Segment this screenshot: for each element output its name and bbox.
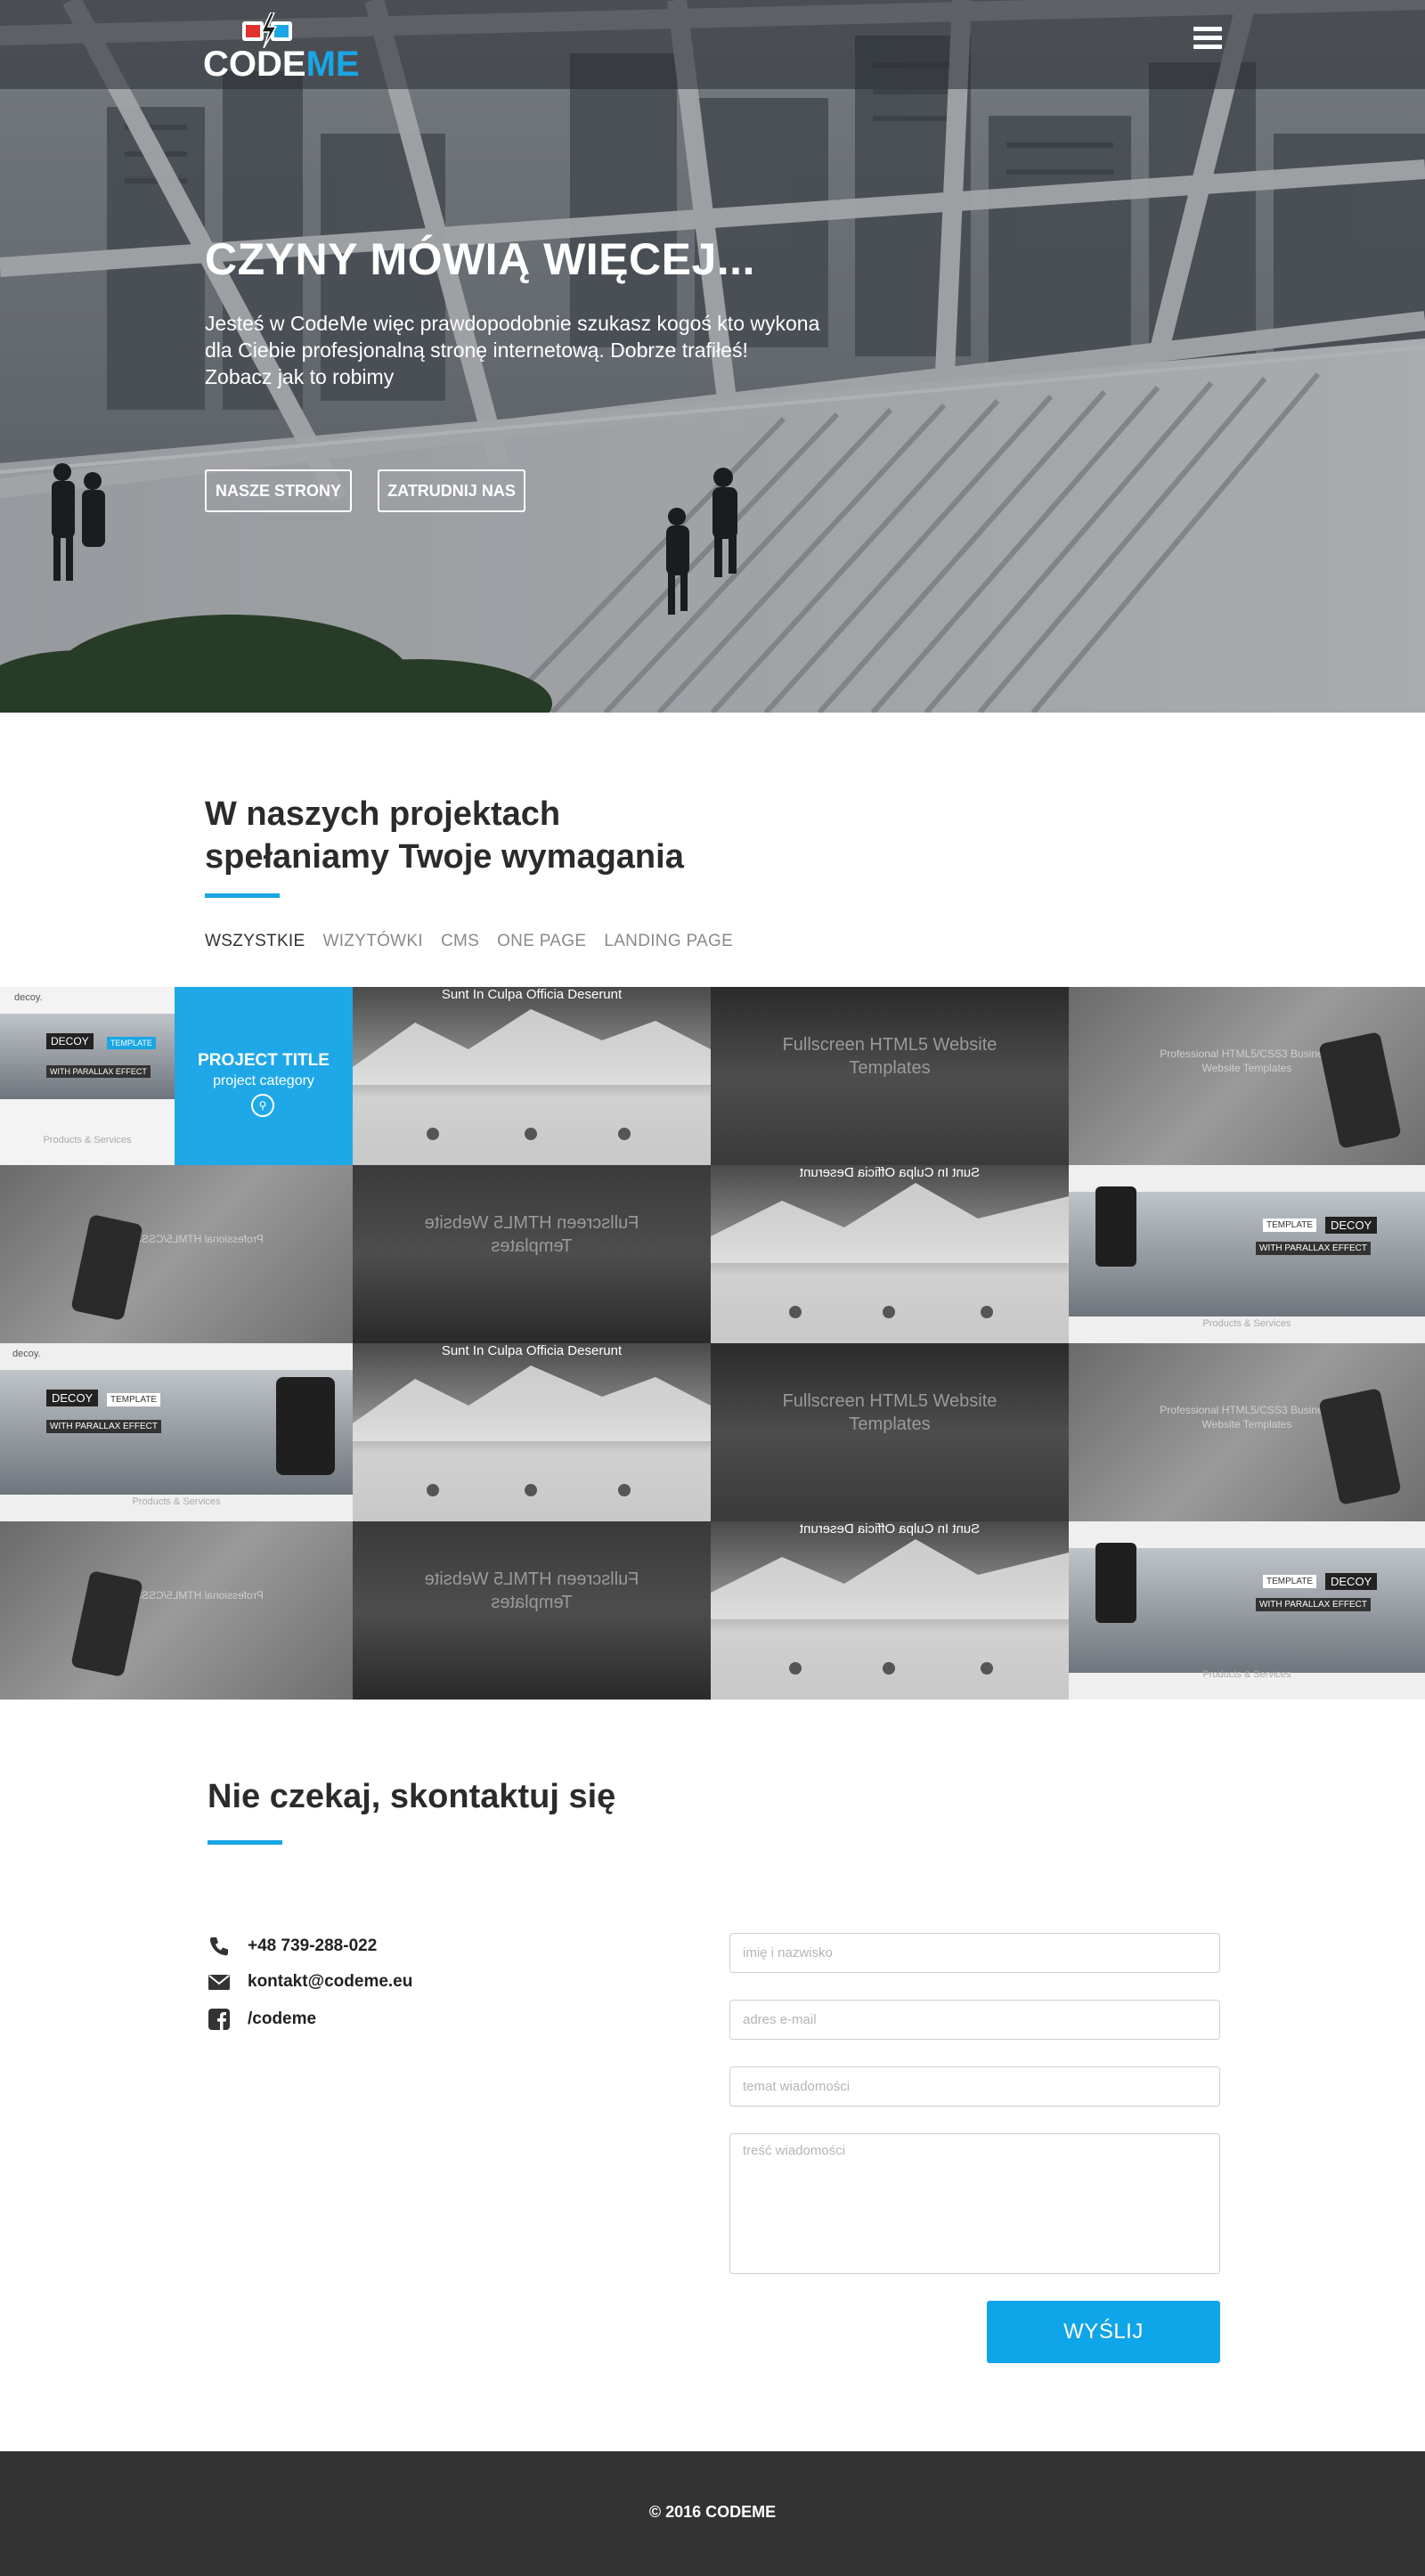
hamburger-menu-icon[interactable]: [1193, 27, 1222, 55]
project-tile-decoy[interactable]: DECOY TEMPLATE WITH PARALLAX EFFECT Prod…: [1069, 1165, 1425, 1343]
project-tile-sunt[interactable]: Sunt In Culpa Officia Deserunt: [711, 1521, 1069, 1700]
projects-heading: W naszych projektach spełaniamy Twoje wy…: [205, 793, 684, 878]
project-tile-sunt[interactable]: Sunt In Culpa Officia Deserunt: [711, 1165, 1069, 1343]
project-tile-professional[interactable]: Professional HTML5/CSS3 Business: [0, 1521, 353, 1700]
email-address: kontakt@codeme.eu: [248, 1972, 413, 1991]
project-tile-professional[interactable]: Professional HTML5/CSS3 Business: [0, 1165, 353, 1343]
project-tile-professional[interactable]: Professional HTML5/CSS3 Business Website…: [1069, 987, 1425, 1165]
tile-text: Templates: [491, 1236, 573, 1256]
projects-heading-line: W naszych projektach: [205, 795, 561, 833]
facebook-icon: [208, 2009, 230, 2030]
tile-text: TEMPLATE: [1263, 1219, 1317, 1232]
projects-heading-line: spełaniamy Twoje wymagania: [205, 838, 684, 876]
hero-section: CODEME CZYNY MÓWIĄ WIĘCEJ... Jesteś w Co…: [0, 0, 1425, 713]
tile-text: DECOY: [46, 1390, 99, 1406]
logo-battery-icon: [242, 12, 292, 48]
hero-lead: Jesteś w CodeMe więc prawdopodobnie szuk…: [205, 310, 882, 390]
project-tile-fullscreen[interactable]: Fullscreen HTML5 Website Templates: [353, 1165, 711, 1343]
tile-text: decoy.: [14, 992, 43, 1003]
projects-accent-line: [205, 893, 280, 898]
filter-business-cards[interactable]: WIZYTÓWKI: [323, 932, 423, 951]
project-hover-overlay[interactable]: PROJECT TITLE project category ⚲: [175, 987, 353, 1165]
phone-number: +48 739-288-022: [248, 1936, 378, 1955]
project-tile-professional[interactable]: Professional HTML5/CSS3 Business Website…: [1069, 1343, 1425, 1521]
hero-lead-line: Jesteś w CodeMe więc prawdopodobnie szuk…: [205, 312, 820, 335]
filter-one-page[interactable]: ONE PAGE: [497, 932, 586, 951]
tile-text: WITH PARALLAX EFFECT: [1256, 1598, 1371, 1611]
hero-title: CZYNY MÓWIĄ WIĘCEJ...: [205, 234, 755, 284]
tile-text: Products & Services: [1202, 1318, 1291, 1329]
tile-text: DECOY: [1325, 1217, 1378, 1234]
top-navigation-bar: CODEME: [0, 0, 1425, 89]
tile-text: WITH PARALLAX EFFECT: [1256, 1242, 1371, 1255]
envelope-icon: [208, 1975, 230, 1990]
overlay-project-category: project category: [213, 1073, 314, 1088]
send-button[interactable]: WYŚLIJ: [987, 2301, 1220, 2363]
filter-all[interactable]: WSZYSTKIE: [205, 932, 305, 951]
tile-text: Products & Services: [1202, 1669, 1291, 1680]
overlay-project-title: PROJECT TITLE: [198, 1051, 330, 1070]
tile-text: Fullscreen HTML5 Website: [424, 1569, 639, 1589]
tile-text: Products & Services: [132, 1496, 221, 1507]
logo-wordmark: CODEME: [203, 45, 360, 84]
tile-text: DECOY: [1325, 1573, 1378, 1590]
tile-text: WITH PARALLAX EFFECT: [46, 1065, 151, 1078]
tile-text: Templates: [849, 1058, 931, 1078]
page-footer: © 2016 CODEME: [0, 2451, 1425, 2576]
name-input[interactable]: [729, 1933, 1220, 1973]
tile-text: Professional HTML5/CSS3 Business: [89, 1233, 264, 1245]
project-tile-sunt[interactable]: Sunt In Culpa Officia Deserunt: [353, 1343, 711, 1521]
project-tile-fullscreen[interactable]: Fullscreen HTML5 Website Templates: [711, 1343, 1069, 1521]
zoom-icon[interactable]: ⚲: [251, 1094, 274, 1117]
hire-us-button[interactable]: ZATRUDNIJ NAS: [378, 469, 525, 512]
project-filters: WSZYSTKIE WIZYTÓWKI CMS ONE PAGE LANDING…: [205, 932, 751, 951]
contact-accent-line: [208, 1840, 282, 1845]
project-tile-fullscreen[interactable]: Fullscreen HTML5 Website Templates: [711, 987, 1069, 1165]
tile-text: TEMPLATE: [107, 1393, 161, 1406]
facebook-handle: /codeme: [248, 2009, 317, 2028]
copyright-text: © 2016 CODEME: [648, 2503, 777, 2521]
tile-text: Fullscreen HTML5 Website: [782, 1035, 998, 1055]
filter-cms[interactable]: CMS: [441, 932, 479, 951]
project-tile-decoy[interactable]: decoy. DECOY TEMPLATE WITH PARALLAX EFFE…: [0, 987, 175, 1165]
tile-text: Templates: [849, 1414, 931, 1434]
projects-grid: decoy. DECOY TEMPLATE WITH PARALLAX EFFE…: [0, 987, 1425, 1700]
subject-input[interactable]: [729, 2067, 1220, 2107]
tile-text: TEMPLATE: [1263, 1575, 1317, 1588]
contact-heading: Nie czekaj, skontaktuj się: [208, 1778, 616, 1815]
project-tile-sunt[interactable]: Sunt In Culpa Officia Deserunt: [353, 987, 711, 1165]
tile-text: decoy.: [12, 1349, 41, 1359]
tile-text: WITH PARALLAX EFFECT: [46, 1420, 161, 1433]
tile-text: DECOY: [46, 1033, 94, 1049]
hero-lead-line: Zobacz jak to robimy: [205, 365, 395, 388]
project-tile-decoy[interactable]: decoy. DECOY TEMPLATE WITH PARALLAX EFFE…: [0, 1343, 353, 1521]
hero-lead-line: dla Ciebie profesjonalną stronę internet…: [205, 338, 748, 362]
tile-text: Professional HTML5/CSS3 Business: [89, 1589, 264, 1602]
codeme-logo[interactable]: CODEME: [203, 11, 360, 82]
tile-text: Templates: [491, 1593, 573, 1612]
project-tile-decoy[interactable]: DECOY TEMPLATE WITH PARALLAX EFFECT Prod…: [1069, 1521, 1425, 1700]
tile-text: Fullscreen HTML5 Website: [782, 1391, 998, 1411]
tile-text: TEMPLATE: [107, 1037, 156, 1049]
tile-text: Products & Services: [43, 1135, 132, 1145]
filter-landing-page[interactable]: LANDING PAGE: [604, 932, 733, 951]
phone-icon: [209, 1937, 228, 1956]
tile-text: Fullscreen HTML5 Website: [424, 1213, 639, 1233]
message-textarea[interactable]: [729, 2133, 1220, 2274]
our-sites-button[interactable]: NASZE STRONY: [205, 469, 352, 512]
email-input[interactable]: [729, 2000, 1220, 2040]
project-tile-fullscreen[interactable]: Fullscreen HTML5 Website Templates: [353, 1521, 711, 1700]
